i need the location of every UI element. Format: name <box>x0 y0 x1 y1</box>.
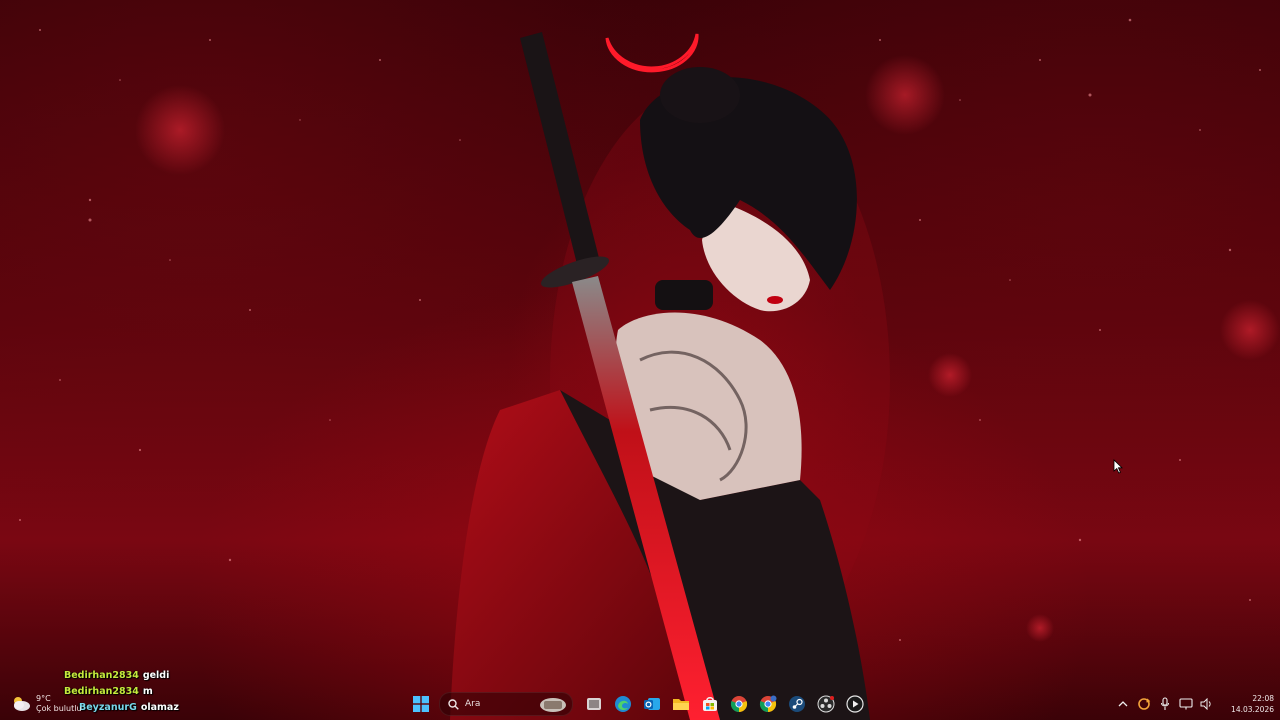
search-highlight-icon <box>540 698 566 712</box>
chevron-up-icon <box>1118 701 1128 707</box>
obs-button[interactable] <box>814 692 838 716</box>
chrome-beta-icon <box>759 695 776 713</box>
steam-button[interactable] <box>785 692 809 716</box>
media-player-button[interactable] <box>843 692 867 716</box>
chat-text: geldi <box>142 670 170 681</box>
chrome-beta-button[interactable] <box>756 692 780 716</box>
taskbar-clock[interactable]: 22:08 14.03.2026 <box>1231 693 1274 715</box>
taskbar-apps: Ara <box>406 690 869 718</box>
weather-widget[interactable]: 9°C Çok bulutlu <box>10 690 82 718</box>
mouse-cursor-icon <box>1113 459 1123 474</box>
task-view-icon <box>586 698 601 710</box>
outlook-button[interactable] <box>640 692 664 716</box>
steam-icon <box>788 696 805 712</box>
taskbar-search[interactable]: Ara <box>439 692 573 716</box>
edge-icon <box>614 696 631 712</box>
outlook-icon <box>643 698 660 710</box>
chrome-button[interactable] <box>727 692 751 716</box>
chrome-icon <box>730 696 747 713</box>
volume-icon <box>1200 698 1211 710</box>
microphone-button[interactable] <box>1156 695 1174 713</box>
taskbar: 9°C Çok bulutlu Ara 22:08 14.03.2026 <box>0 688 1280 720</box>
microsoft-store-button[interactable] <box>698 692 722 716</box>
microphone-icon <box>1160 697 1169 710</box>
volume-button[interactable] <box>1198 695 1216 713</box>
show-hidden-icons-button[interactable] <box>1114 695 1132 713</box>
desktop-wallpaper <box>0 0 1280 720</box>
file-explorer-button[interactable] <box>669 692 693 716</box>
weather-condition: Çok bulutlu <box>36 704 82 713</box>
file-explorer-icon <box>672 699 689 710</box>
media-player-icon <box>845 695 864 713</box>
network-button[interactable] <box>1177 695 1195 713</box>
obs-icon <box>817 695 834 713</box>
search-icon <box>448 698 459 710</box>
cloudy-weather-icon <box>14 697 30 711</box>
sync-status-button[interactable] <box>1135 695 1153 713</box>
clock-date: 14.03.2026 <box>1231 705 1274 714</box>
windows-start-icon <box>412 696 429 712</box>
edge-button[interactable] <box>611 692 635 716</box>
microsoft-store-icon <box>702 697 717 711</box>
start-button[interactable] <box>409 692 433 716</box>
system-tray: 22:08 14.03.2026 <box>1112 690 1274 718</box>
search-placeholder: Ara <box>465 699 481 709</box>
chat-username: Bedirhan2834 <box>64 670 139 681</box>
network-icon <box>1178 698 1193 710</box>
task-view-button[interactable] <box>582 692 606 716</box>
clock-time: 22:08 <box>1252 694 1274 703</box>
sync-icon <box>1137 698 1150 710</box>
chat-message: Bedirhan2834 geldi <box>64 668 179 684</box>
weather-temperature: 9°C <box>36 694 51 703</box>
